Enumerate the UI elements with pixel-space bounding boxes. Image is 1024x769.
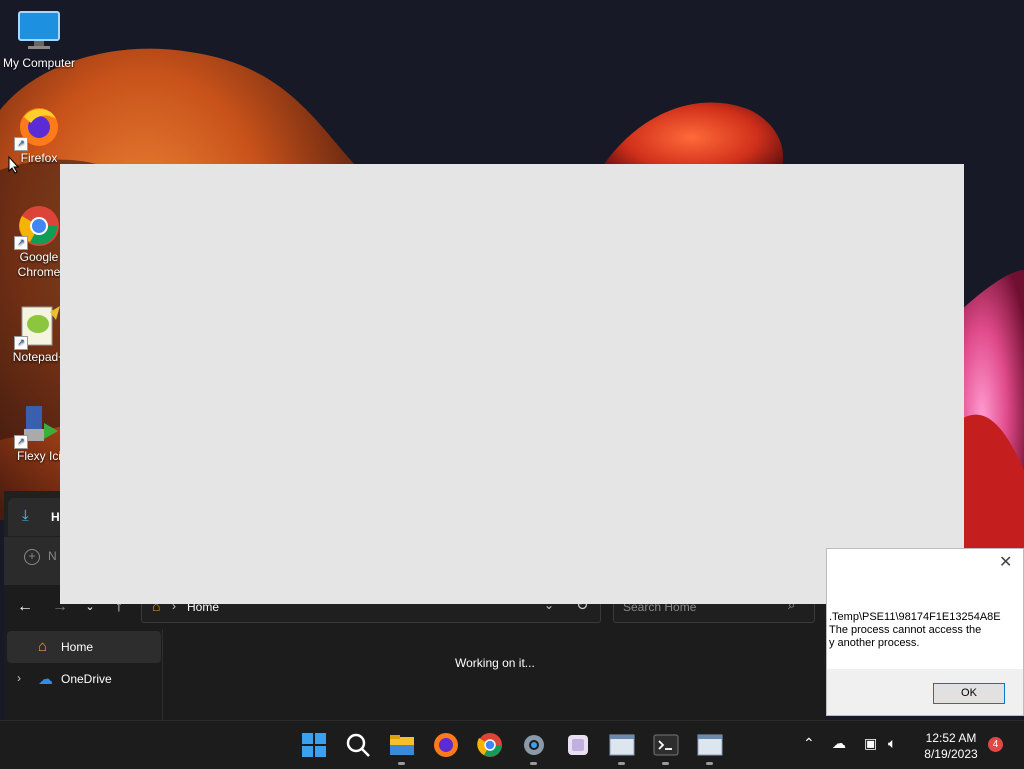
start-icon bbox=[302, 733, 326, 757]
taskbar-app[interactable] bbox=[562, 729, 594, 761]
show-hidden-icons-chevron-icon[interactable]: ⌃ bbox=[803, 735, 815, 752]
ok-button[interactable]: OK bbox=[933, 683, 1005, 704]
firefox-icon bbox=[434, 733, 458, 757]
back-button[interactable]: ← bbox=[13, 595, 37, 619]
loading-status: Working on it... bbox=[455, 656, 535, 670]
taskbar: ⌃ ☁ ▣ 🔈︎ 12:52 AM 8/19/2023 4 bbox=[0, 720, 1024, 769]
chrome-icon: ↗ bbox=[14, 204, 62, 250]
running-indicator bbox=[618, 762, 625, 765]
shortcut-arrow-icon: ↗ bbox=[14, 236, 28, 250]
network-icon[interactable]: ▣ bbox=[864, 735, 877, 752]
monitor-icon bbox=[16, 10, 62, 54]
running-indicator bbox=[706, 762, 713, 765]
running-indicator bbox=[398, 762, 405, 765]
dialog-message-line: y another process. bbox=[829, 637, 920, 649]
new-label: N bbox=[48, 549, 57, 563]
mouse-cursor-icon bbox=[8, 156, 20, 174]
chrome-icon bbox=[477, 733, 502, 757]
taskbar-file-explorer[interactable] bbox=[386, 729, 418, 765]
shortcut-arrow-icon: ↗ bbox=[14, 137, 28, 151]
dialog-message-area: ✕ .Temp\PSE11\98174F1E13254A8E The proce… bbox=[827, 549, 1023, 669]
nav-item-label: Home bbox=[61, 640, 94, 654]
onedrive-offline-icon[interactable]: ☁ bbox=[832, 735, 846, 752]
file-explorer-icon bbox=[390, 735, 414, 755]
terminal-icon bbox=[653, 734, 679, 756]
nav-item-label: OneDrive bbox=[61, 672, 112, 686]
dialog-message-line: The process cannot access the bbox=[829, 624, 982, 636]
onedrive-icon: ☁ bbox=[38, 671, 53, 688]
dialog-message-line: .Temp\PSE11\98174F1E13254A8E bbox=[829, 611, 1001, 623]
nav-item-home[interactable]: ⌂ Home bbox=[7, 631, 161, 663]
taskbar-terminal[interactable] bbox=[650, 729, 682, 765]
home-icon: ⌂ bbox=[38, 638, 48, 655]
search-icon bbox=[346, 733, 370, 757]
close-icon[interactable]: ✕ bbox=[999, 552, 1012, 572]
shortcut-arrow-icon: ↗ bbox=[14, 336, 28, 350]
running-indicator bbox=[662, 762, 669, 765]
flexy-icon: ↗ bbox=[14, 403, 62, 449]
new-button[interactable]: + N bbox=[24, 549, 57, 565]
desktop-icon-my-computer[interactable]: My Computer bbox=[0, 10, 78, 71]
app-icon bbox=[568, 735, 588, 755]
running-indicator bbox=[530, 762, 537, 765]
blank-window bbox=[60, 164, 964, 604]
start-button[interactable] bbox=[298, 729, 330, 761]
download-icon: ⤓ bbox=[22, 507, 29, 524]
expand-chevron-icon[interactable]: › bbox=[17, 671, 21, 685]
settings-icon bbox=[524, 735, 544, 755]
window-icon bbox=[697, 734, 723, 756]
error-dialog: ✕ .Temp\PSE11\98174F1E13254A8E The proce… bbox=[826, 548, 1024, 716]
taskbar-window-1[interactable] bbox=[606, 729, 638, 765]
desktop-icon-label: My Computer bbox=[2, 56, 76, 70]
taskbar-settings[interactable] bbox=[518, 729, 550, 765]
plus-icon: + bbox=[24, 549, 40, 565]
nav-item-onedrive[interactable]: › ☁ OneDrive bbox=[7, 663, 161, 695]
window-icon bbox=[609, 734, 635, 756]
taskbar-firefox[interactable] bbox=[430, 729, 462, 761]
firefox-icon: ↗ bbox=[14, 105, 62, 151]
notepad-plus-icon: ↗ bbox=[14, 304, 62, 350]
navigation-pane: ⌂ Home › ☁ OneDrive bbox=[4, 629, 163, 720]
volume-icon[interactable]: 🔈︎ bbox=[888, 735, 896, 752]
search-button[interactable] bbox=[342, 729, 374, 761]
taskbar-window-2[interactable] bbox=[694, 729, 726, 765]
notification-badge[interactable]: 4 bbox=[988, 737, 1003, 752]
clock-time: 12:52 AM bbox=[925, 731, 977, 745]
clock-date: 8/19/2023 bbox=[924, 747, 978, 761]
shortcut-arrow-icon: ↗ bbox=[14, 435, 28, 449]
taskbar-chrome[interactable] bbox=[474, 729, 506, 761]
clock[interactable]: 12:52 AM 8/19/2023 bbox=[918, 730, 984, 762]
